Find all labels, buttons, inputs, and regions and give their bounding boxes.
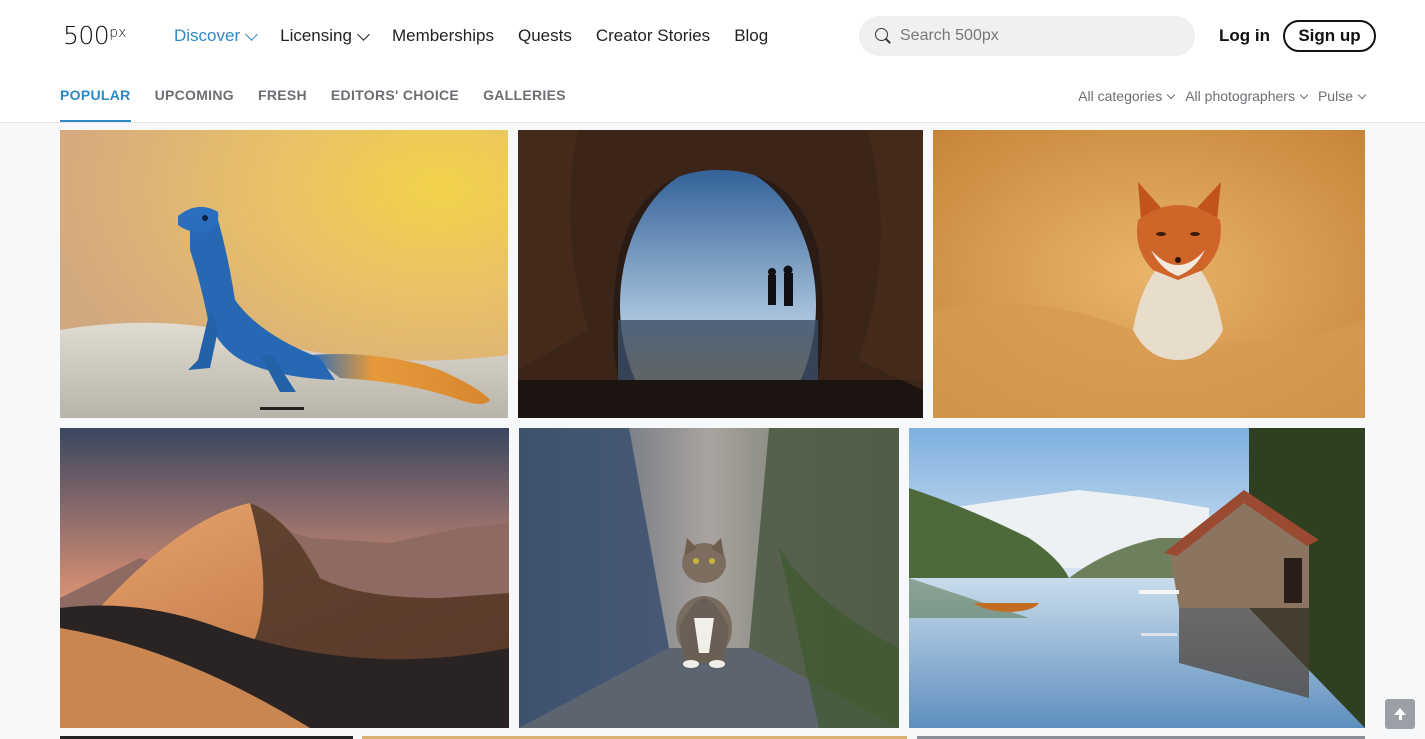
nav-label: Quests xyxy=(518,26,572,45)
tab-upcoming[interactable]: UPCOMING xyxy=(155,72,234,122)
filter-label: All photographers xyxy=(1185,88,1295,104)
logo-text: 500 xyxy=(63,21,110,50)
dunes-image xyxy=(60,428,509,728)
feed-subnav: POPULAR UPCOMING FRESH EDITORS' CHOICE G… xyxy=(0,72,1425,123)
tab-popular[interactable]: POPULAR xyxy=(60,72,131,122)
chevron-down-icon xyxy=(1299,90,1309,99)
nav-blog[interactable]: Blog xyxy=(734,26,768,46)
nav-creator-stories[interactable]: Creator Stories xyxy=(596,26,710,46)
chevron-down-icon xyxy=(245,27,258,41)
nav-quests[interactable]: Quests xyxy=(518,26,572,46)
lizard-image xyxy=(60,130,508,418)
nav-label: Creator Stories xyxy=(595,26,711,45)
nav-licensing[interactable]: Licensing xyxy=(280,26,370,46)
nav-label: Memberships xyxy=(391,26,494,45)
fox-image xyxy=(933,130,1365,418)
filter-sort-dropdown[interactable]: Pulse xyxy=(1317,88,1367,104)
nav-label: Licensing xyxy=(280,26,352,45)
scroll-to-top-button[interactable] xyxy=(1385,699,1415,729)
nav-memberships[interactable]: Memberships xyxy=(392,26,494,46)
tab-fresh[interactable]: FRESH xyxy=(258,72,307,122)
photo-boathouse[interactable] xyxy=(909,428,1365,728)
feed-filters: All categories All photographers Pulse xyxy=(1067,72,1367,120)
photo-cat[interactable] xyxy=(519,428,899,728)
boathouse-image xyxy=(909,428,1365,728)
filter-label: All categories xyxy=(1078,88,1163,104)
nav-label: Blog xyxy=(734,26,769,45)
search-icon xyxy=(875,28,891,44)
cave-image xyxy=(518,130,923,418)
photo-lizard[interactable] xyxy=(60,130,508,418)
main-nav: Discover Licensing Memberships Quests Cr… xyxy=(174,24,792,48)
login-link[interactable]: Log in xyxy=(1219,26,1270,46)
photo-cave-couple[interactable] xyxy=(518,130,923,418)
filter-label: Pulse xyxy=(1317,88,1353,104)
chevron-down-icon xyxy=(357,27,370,41)
nav-discover[interactable]: Discover xyxy=(174,26,258,46)
filter-categories-dropdown[interactable]: All categories xyxy=(1078,88,1176,104)
photo-fox[interactable] xyxy=(933,130,1365,418)
cat-image xyxy=(519,428,899,728)
signup-button[interactable]: Sign up xyxy=(1283,20,1376,52)
tab-editors-choice[interactable]: EDITORS' CHOICE xyxy=(331,72,459,122)
nav-label: Discover xyxy=(174,26,241,45)
top-header: 500px Discover Licensing Memberships Que… xyxy=(0,0,1425,72)
feed-tabs: POPULAR UPCOMING FRESH EDITORS' CHOICE G… xyxy=(60,72,590,122)
photo-dunes[interactable] xyxy=(60,428,509,728)
arrow-up-icon xyxy=(1394,707,1406,720)
chevron-down-icon xyxy=(1357,90,1367,99)
search-bar[interactable] xyxy=(859,16,1195,56)
search-input[interactable] xyxy=(900,27,1180,45)
logo-px: px xyxy=(109,25,127,41)
filter-photographers-dropdown[interactable]: All photographers xyxy=(1185,88,1309,104)
500px-logo[interactable]: 500px xyxy=(63,22,126,50)
tab-galleries[interactable]: GALLERIES xyxy=(483,72,566,122)
chevron-down-icon xyxy=(1166,90,1176,99)
